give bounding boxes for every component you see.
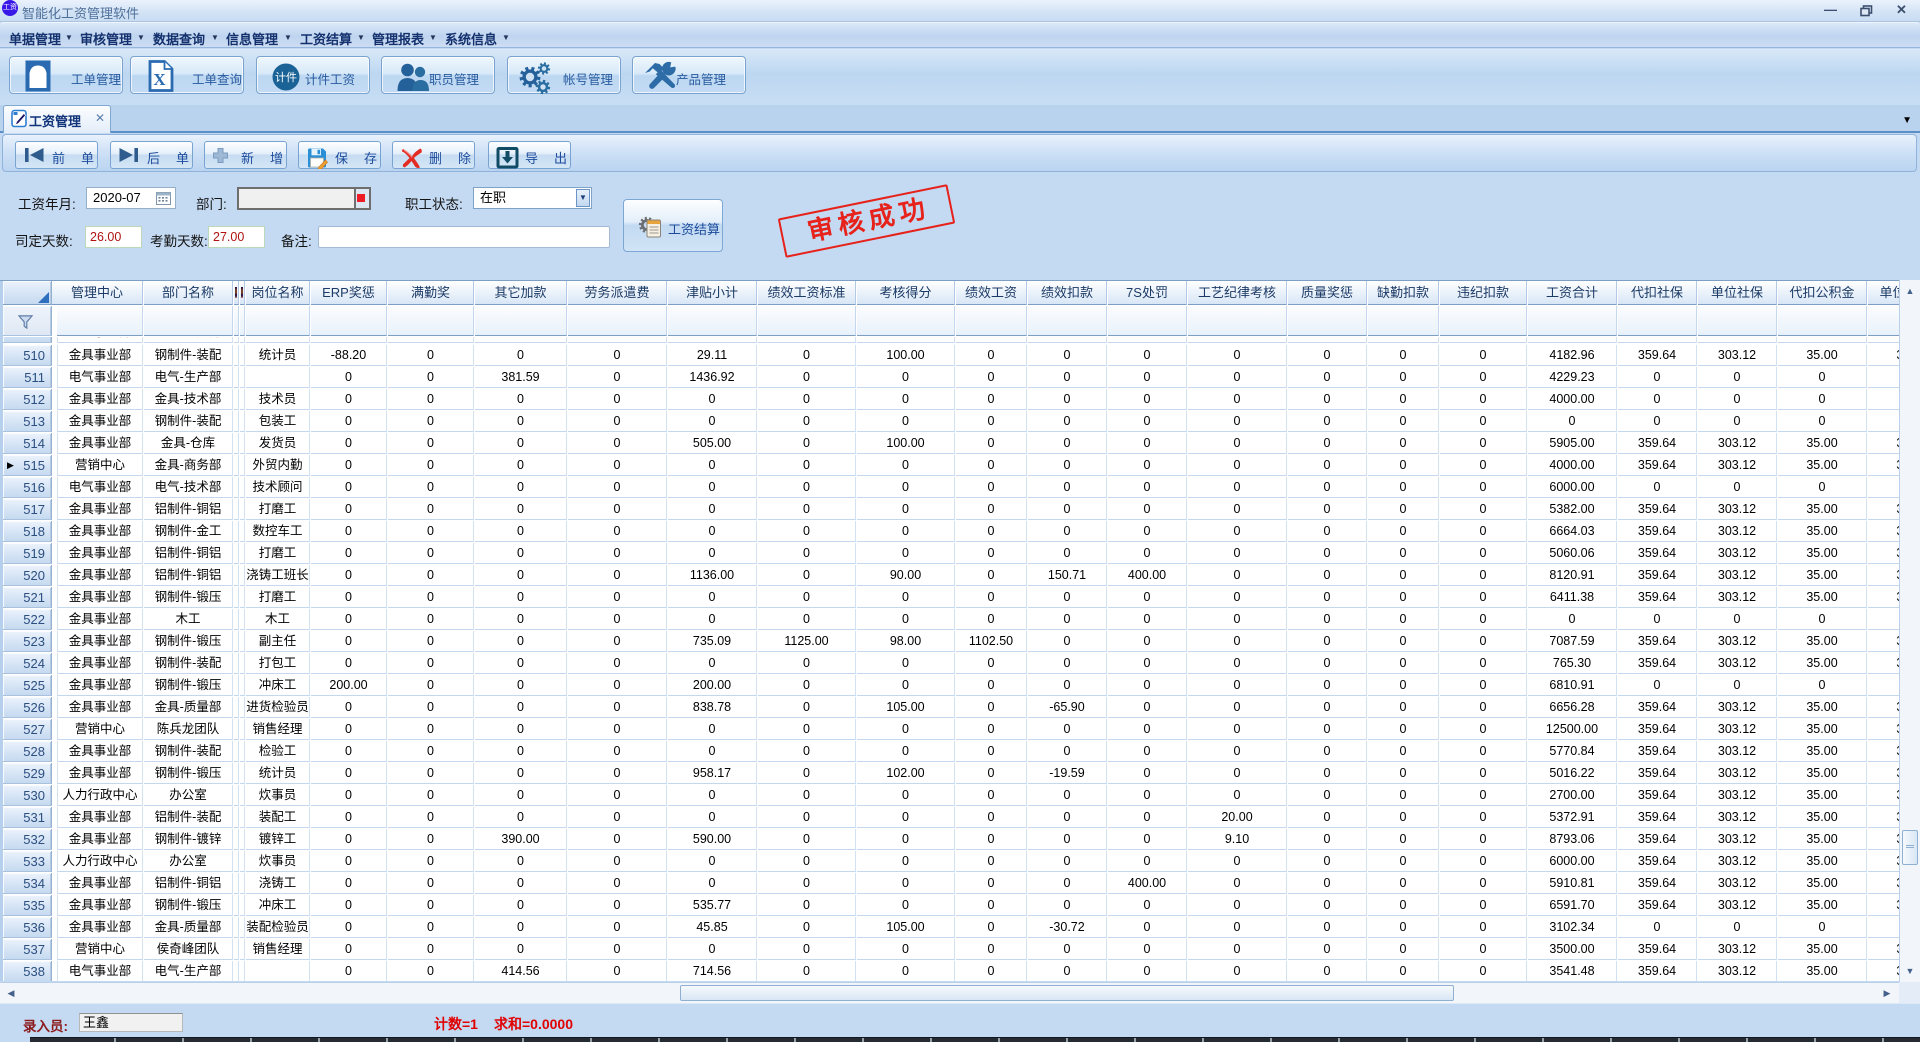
svg-text:计件: 计件 — [275, 71, 297, 84]
svg-text:X: X — [153, 70, 166, 89]
